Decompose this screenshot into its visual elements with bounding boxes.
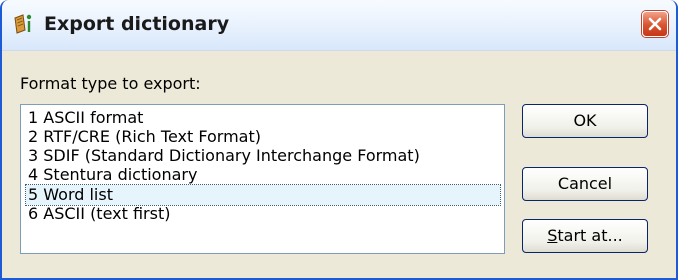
list-item-ascii-text-first[interactable]: 6 ASCII (text first) xyxy=(26,204,170,224)
dictionary-app-icon xyxy=(12,12,36,36)
cancel-button[interactable]: Cancel xyxy=(522,167,648,201)
start-at-label-rest: tart at... xyxy=(557,226,623,245)
dialog-title: Export dictionary xyxy=(44,13,230,35)
list-item-ascii-format[interactable]: 1 ASCII format xyxy=(26,108,143,128)
list-item-stentura[interactable]: 4 Stentura dictionary xyxy=(26,165,197,185)
export-dictionary-dialog: Export dictionary Format type to export:… xyxy=(0,0,678,280)
list-item-word-list[interactable]: 5 Word list xyxy=(25,184,501,206)
start-at-button[interactable]: Start at... xyxy=(522,219,648,253)
close-icon xyxy=(648,17,662,31)
start-at-mnemonic: S xyxy=(547,226,558,245)
close-button[interactable] xyxy=(642,11,668,37)
ok-button[interactable]: OK xyxy=(522,104,648,138)
list-item-sdif[interactable]: 3 SDIF (Standard Dictionary Interchange … xyxy=(26,146,420,166)
title-bar[interactable]: Export dictionary xyxy=(2,0,676,51)
format-listbox[interactable]: 1 ASCII format 2 RTF/CRE (Rich Text Form… xyxy=(20,104,505,254)
list-item-rtf-cre[interactable]: 2 RTF/CRE (Rich Text Format) xyxy=(26,127,261,147)
format-type-label: Format type to export: xyxy=(20,74,201,93)
